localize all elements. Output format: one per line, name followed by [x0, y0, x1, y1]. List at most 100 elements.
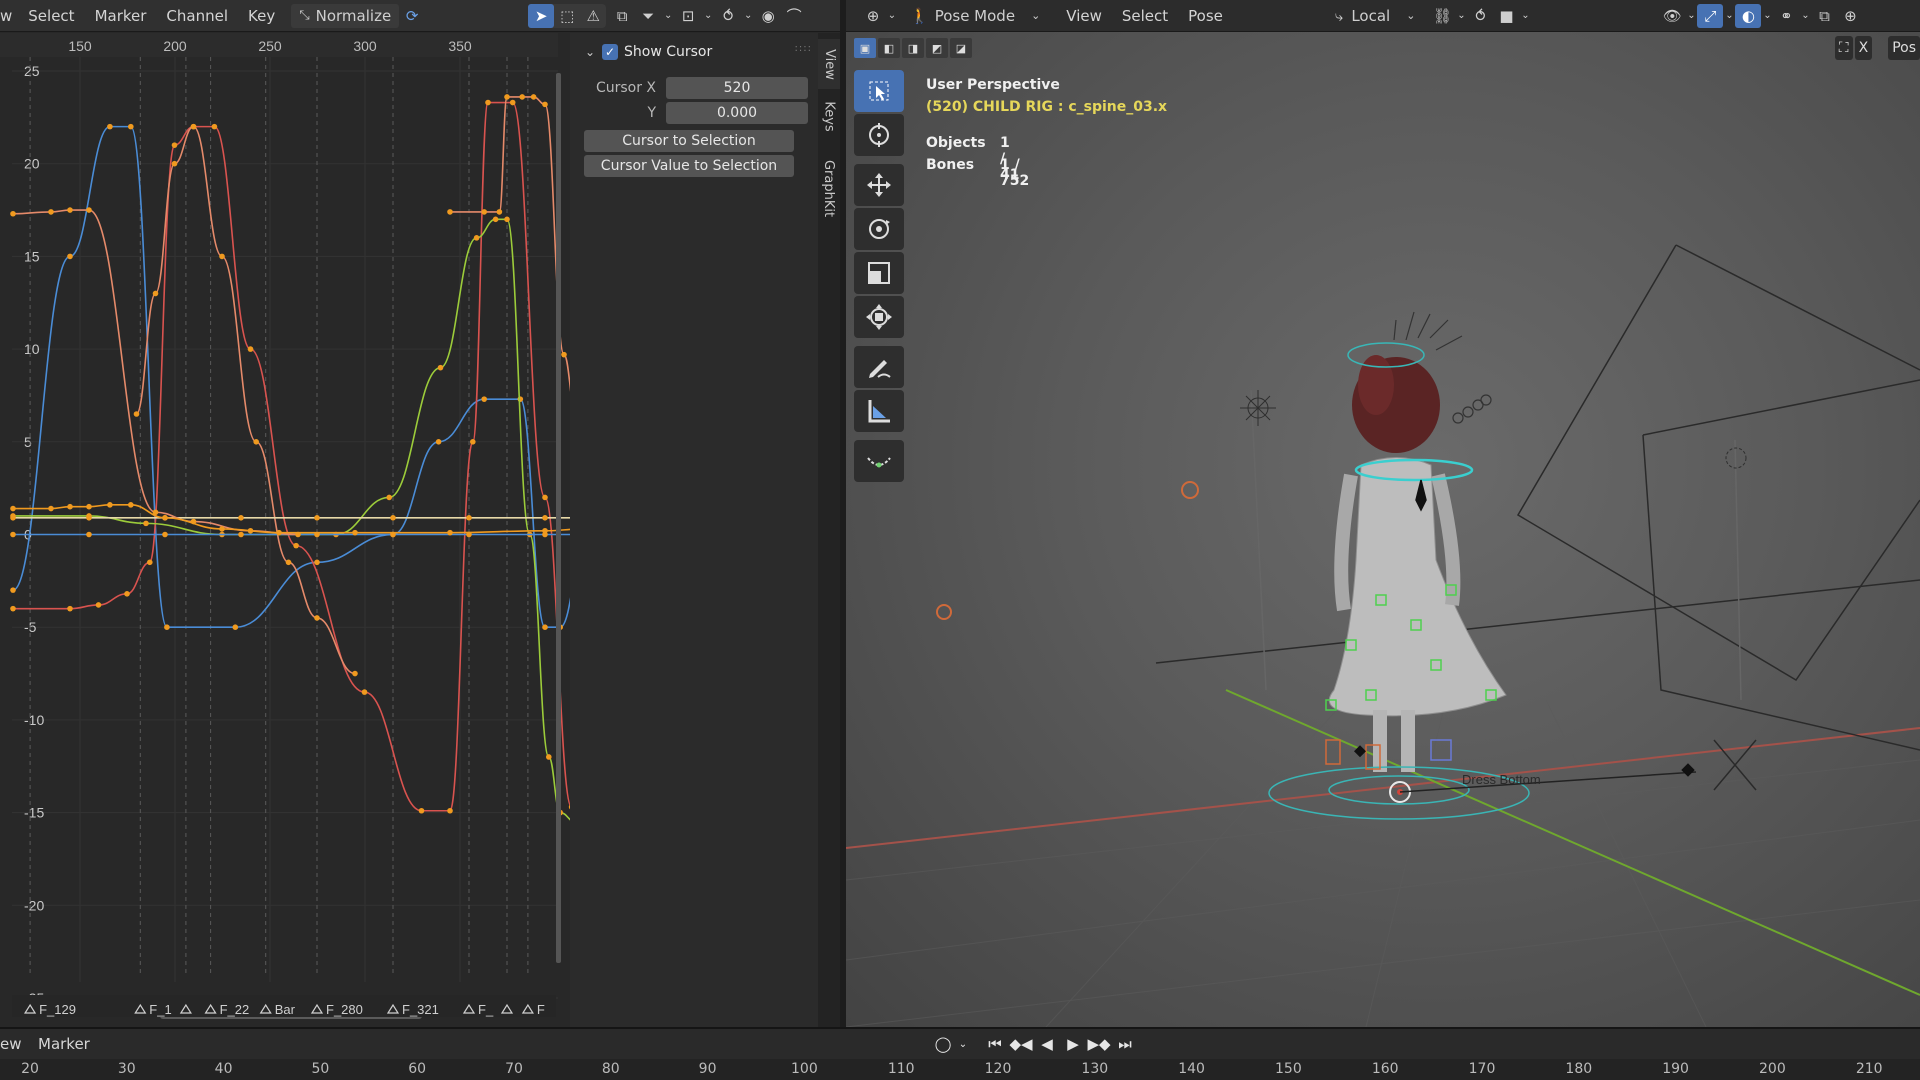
keyframe-point [542, 624, 548, 630]
overlays-icon[interactable]: ◐ [1735, 3, 1762, 28]
rotate-icon [869, 219, 890, 239]
scale-tool[interactable] [854, 252, 904, 294]
orientation-dropdown[interactable]: ⤷ Local ⌄ [1329, 4, 1422, 28]
marker-label: F_129 [39, 1002, 76, 1017]
timeline-ruler[interactable]: 20 30 40 50 60 70 80 90 100 110 120 130 140 150 160 170… [0, 1059, 1920, 1080]
show-cursor-panel[interactable]: ⌄ ✓ Show Cursor [582, 41, 808, 63]
chevron-down-icon[interactable]: ⌄ [1723, 4, 1735, 28]
chevron-down-icon[interactable]: ⌄ [701, 4, 715, 28]
prev-keyframe-icon[interactable]: ◆◀ [1008, 1032, 1034, 1056]
visibility-icon[interactable]: 👁 [1659, 4, 1685, 28]
x-tick-label: 300 [353, 38, 377, 54]
menu-marker[interactable]: Marker [85, 7, 157, 25]
vp-menu-pose[interactable]: Pose [1178, 7, 1233, 25]
falloff-icon[interactable]: ⌒ [781, 4, 807, 28]
box-select-icon[interactable]: ⬚ [554, 4, 580, 28]
chevron-down-icon[interactable]: ⌄ [1685, 4, 1697, 28]
snap-target-icon[interactable]: ■ [1493, 4, 1519, 28]
vp-menu-select[interactable]: Select [1112, 7, 1178, 25]
chevron-down-icon[interactable]: ⌄ [741, 4, 755, 28]
chevron-down-icon[interactable]: ⌄ [661, 4, 675, 28]
timeline: ew Marker ◯ ⌄ ⏮ ◆◀ ◀ ▶ ▶◆ ⏭ 20 30 40 50 60 70… [0, 1027, 1920, 1080]
proportional-icon[interactable]: ◉ [755, 4, 781, 28]
play-icon[interactable]: ▶ [1060, 1032, 1086, 1056]
chevron-down-icon[interactable]: ⌄ [582, 44, 598, 60]
rig-controls[interactable] [1268, 342, 1697, 820]
record-icon[interactable]: ◯ [930, 1032, 956, 1056]
select-intersect-icon[interactable]: ◪ [950, 38, 972, 58]
vp-menu-view[interactable]: View [1056, 7, 1112, 25]
only-selected-icon[interactable]: ⧉ [609, 4, 635, 28]
keyframe-point [542, 494, 548, 501]
timeline-tick-label: 150 [1275, 1061, 1302, 1077]
graph-plot[interactable]: 1502002503003502520151050-5-10-15-20-25F… [0, 33, 570, 1027]
mode-dropdown[interactable]: 🚶 Pose Mode ⌄ [904, 4, 1046, 28]
keyframe-point [10, 605, 16, 612]
menu-view[interactable]: w [0, 7, 18, 25]
character-figure[interactable] [1328, 355, 1507, 772]
gizmo-icon[interactable]: ⤢ [1697, 3, 1724, 28]
transform-tool[interactable] [854, 296, 904, 338]
snap-icon[interactable]: ⥀ [1467, 4, 1493, 28]
cursor-y-field[interactable]: 0.000 [666, 102, 808, 124]
timeline-tick-label: 120 [984, 1061, 1012, 1077]
tab-graphkit[interactable]: GraphKit [818, 145, 840, 231]
select-subtract-icon[interactable]: ◨ [902, 38, 924, 58]
pivot-icon[interactable]: ⊡ [675, 4, 701, 28]
filter-icon[interactable]: ⏷ [635, 4, 661, 28]
jump-end-icon[interactable]: ⏭ [1112, 1032, 1138, 1056]
drag-grip-icon[interactable]: :::: [795, 43, 812, 54]
next-keyframe-icon[interactable]: ▶◆ [1086, 1032, 1112, 1056]
3d-viewport[interactable]: Dress Bottom ⊕ ⌄ 🚶 Pose Mode ⌄ View Sele… [846, 0, 1920, 1027]
xray-icon[interactable]: ⧉ [1811, 4, 1837, 28]
dress-bottom-label: Dress Bottom [1462, 772, 1541, 787]
pose-breakdown-tool[interactable] [854, 440, 904, 482]
jump-start-icon[interactable]: ⏮ [982, 1032, 1008, 1056]
measure-tool[interactable] [854, 390, 904, 432]
rotate-tool[interactable] [854, 208, 904, 250]
cursor-x-field[interactable]: 520 [666, 77, 808, 99]
chevron-down-icon[interactable]: ⌄ [1761, 4, 1773, 28]
select-new-icon[interactable]: ▣ [854, 38, 876, 58]
plot-background [0, 33, 570, 1027]
tl-menu-marker[interactable]: Marker [38, 1035, 90, 1053]
pivot-point-icon[interactable]: ⛓ [1429, 4, 1455, 28]
chevron-down-icon[interactable]: ⌄ [956, 1032, 970, 1056]
refresh-icon[interactable]: ⟳ [399, 4, 425, 28]
keyframe-point [517, 396, 524, 402]
lock-camera-icon[interactable]: ⛶ [1834, 36, 1853, 60]
chevron-down-icon[interactable]: ⌄ [1455, 4, 1467, 28]
normalize-toggle[interactable]: ⤡ Normalize [291, 3, 400, 28]
select-invert-icon[interactable]: ◩ [926, 38, 948, 58]
close-x-button[interactable]: X [1854, 36, 1873, 60]
annotate-tool[interactable] [854, 346, 904, 388]
tab-view[interactable]: View [818, 39, 840, 89]
keyframe-point [314, 615, 320, 621]
cursor-to-selection-button[interactable]: Cursor to Selection [584, 130, 794, 152]
keyframe-point [314, 515, 320, 521]
select-extend-icon[interactable]: ◧ [878, 38, 900, 58]
keyframe-point [10, 531, 16, 538]
tl-menu-view[interactable]: ew [0, 1035, 22, 1053]
chevron-down-icon[interactable]: ⌄ [1799, 4, 1811, 28]
play-reverse-icon[interactable]: ◀ [1034, 1032, 1060, 1056]
bone-overlay-icon[interactable]: ⚭ [1773, 4, 1799, 28]
empty-marker-orange [936, 604, 952, 620]
move-tool[interactable] [854, 164, 904, 206]
pose-tab[interactable]: Pos [1888, 36, 1920, 60]
chevron-down-icon[interactable]: ⌄ [1519, 4, 1531, 28]
menu-key[interactable]: Key [238, 7, 285, 25]
select-tool[interactable] [854, 70, 904, 112]
show-cursor-checkbox[interactable]: ✓ [602, 44, 618, 60]
tab-keys[interactable]: Keys [818, 93, 840, 139]
cursor-tool[interactable] [854, 114, 904, 156]
select-cursor-icon[interactable]: ➤ [528, 3, 555, 28]
cursor-value-to-selection-button[interactable]: Cursor Value to Selection [584, 155, 794, 177]
menu-channel[interactable]: Channel [156, 7, 238, 25]
editor-type-icon[interactable]: ⊕ [860, 4, 886, 28]
menu-select[interactable]: Select [18, 7, 84, 25]
warning-icon[interactable]: ⚠ [580, 4, 606, 28]
chevron-down-icon[interactable]: ⌄ [886, 4, 898, 28]
shading-wire-icon[interactable]: ⊕ [1837, 4, 1863, 28]
snap-icon[interactable]: ⥀ [715, 4, 741, 28]
